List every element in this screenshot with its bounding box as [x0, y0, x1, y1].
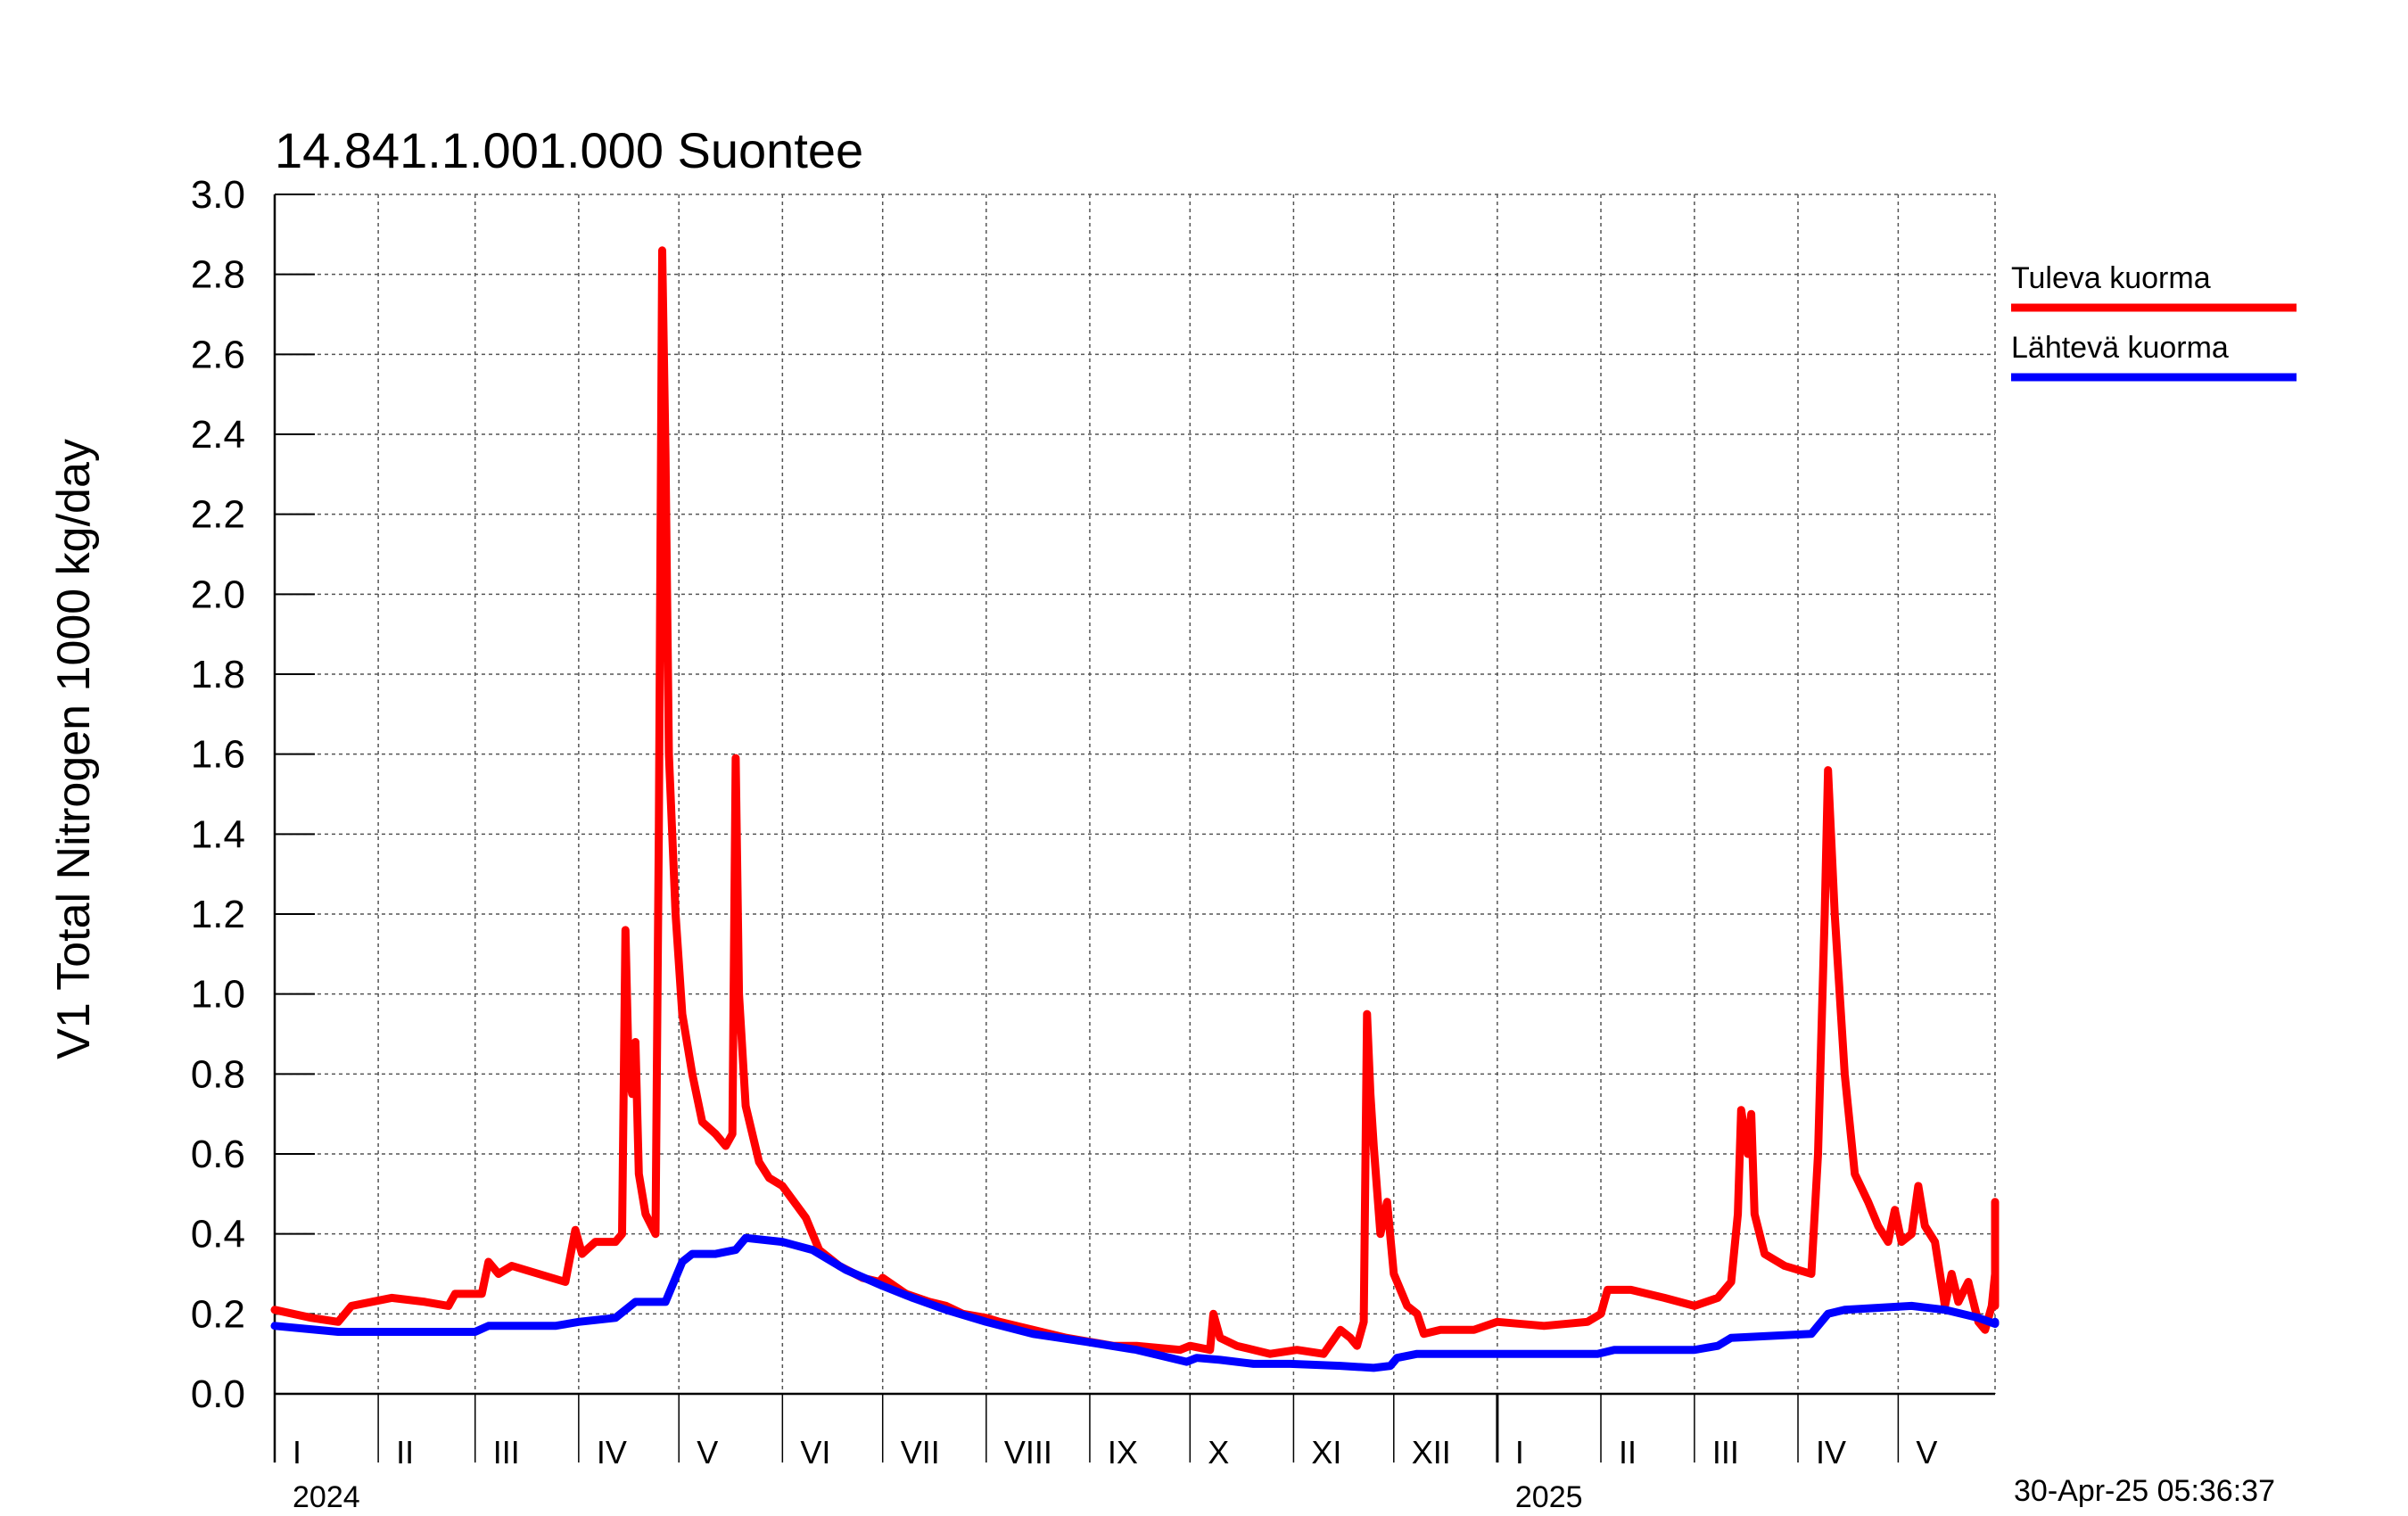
series-lines — [270, 246, 2000, 1372]
month-label: III — [1712, 1434, 1739, 1471]
y-tick-label: 0.4 — [191, 1213, 245, 1256]
y-tick-label: 3.0 — [191, 173, 245, 217]
month-label: IV — [597, 1434, 627, 1471]
y-tick-label: 0.0 — [191, 1372, 245, 1416]
y-tick-label: 1.2 — [191, 893, 245, 936]
y-tick-label: 2.4 — [191, 413, 245, 457]
month-label: V — [697, 1434, 718, 1471]
y-tick-label: 1.0 — [191, 973, 245, 1017]
month-label: IV — [1816, 1434, 1846, 1471]
y-tick-labels: 0.0 0.2 0.4 0.6 0.8 1.0 1.2 1.4 1.6 1.8 2.0 2.2 2.4 2… — [191, 173, 245, 1416]
y-tick-label: 0.6 — [191, 1133, 245, 1176]
month-label: XI — [1311, 1434, 1341, 1471]
y-tick-label: 2.8 — [191, 253, 245, 297]
legend-label-tuleva-kuorma: Tuleva kuorma — [2011, 261, 2211, 295]
generated-timestamp: 30-Apr-25 05:36:37 — [2014, 1474, 2275, 1508]
year-labels: 2024 2025 — [293, 1480, 1583, 1514]
y-tick-label: 1.8 — [191, 653, 245, 696]
y-tick-label: 2.6 — [191, 333, 245, 376]
year-label: 2024 — [293, 1480, 360, 1514]
y-tick-label: 0.8 — [191, 1052, 245, 1096]
month-labels: I II III IV V VI VII VIII IX X XI XII I II III IV V — [293, 1434, 1937, 1471]
year-label: 2025 — [1515, 1480, 1583, 1514]
y-tick-label: 1.6 — [191, 733, 245, 777]
month-label: VIII — [1004, 1434, 1052, 1471]
y-tick-label: 0.2 — [191, 1292, 245, 1336]
series-line-tuleva-kuorma — [270, 246, 2000, 1358]
month-label: II — [396, 1434, 414, 1471]
month-label: V — [1916, 1434, 1937, 1471]
month-label: III — [493, 1434, 520, 1471]
chart-title: 14.841.1.001.000 Suontee — [275, 122, 863, 178]
nitrogen-load-chart: 14.841.1.001.000 Suontee V1 Total Nitrog… — [48, 122, 2297, 1514]
month-label: VII — [901, 1434, 940, 1471]
legend: Tuleva kuorma Lähtevä kuorma — [2011, 261, 2297, 382]
y-tick-label: 2.0 — [191, 573, 245, 616]
month-label: I — [293, 1434, 301, 1471]
y-tick-label: 2.2 — [191, 493, 245, 537]
y-tick-label: 1.4 — [191, 812, 245, 856]
month-label: I — [1515, 1434, 1524, 1471]
legend-label-lahteva-kuorma: Lähtevä kuorma — [2011, 331, 2229, 365]
month-label: IX — [1108, 1434, 1138, 1471]
month-label: XII — [1412, 1434, 1451, 1471]
month-label: X — [1208, 1434, 1229, 1471]
month-label: II — [1619, 1434, 1637, 1471]
month-label: VI — [800, 1434, 830, 1471]
y-axis-label: V1 Total Nitrogen 1000 kg/day — [48, 439, 100, 1059]
